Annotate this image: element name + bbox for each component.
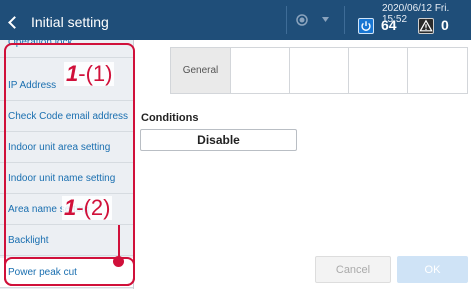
alert-count: 0 (441, 17, 449, 33)
warning-icon (418, 18, 434, 34)
header-divider (344, 6, 345, 34)
tab-5[interactable] (408, 48, 467, 93)
callout-leader-dot (113, 256, 124, 267)
ok-button[interactable]: OK (397, 256, 468, 283)
conditions-label: Conditions (141, 112, 199, 124)
header-bar: Initial setting 2020/06/12 Fri. 15:52 64… (0, 0, 471, 40)
conditions-select-button[interactable]: Disable (140, 129, 297, 151)
callout-label-1-1: 1-(1) (64, 61, 115, 86)
chevron-left-icon (8, 15, 21, 29)
power-on-count: 64 (381, 17, 397, 33)
callout-leader-line (118, 225, 120, 259)
cancel-button[interactable]: Cancel (315, 256, 391, 283)
chevron-down-icon[interactable] (322, 17, 329, 23)
app-window: Initial setting 2020/06/12 Fri. 15:52 64… (0, 0, 471, 289)
power-icon (358, 18, 374, 34)
callout-label-1-2: 1-(2) (62, 195, 113, 220)
page-title: Initial setting (31, 14, 109, 30)
tab-bar: General (170, 47, 468, 94)
header-divider (286, 6, 287, 34)
tab-2[interactable] (231, 48, 290, 93)
tab-3[interactable] (290, 48, 349, 93)
tab-general[interactable]: General (171, 48, 231, 93)
back-button[interactable]: Initial setting (8, 12, 128, 32)
tab-4[interactable] (349, 48, 408, 93)
display-mode-icon[interactable] (295, 14, 309, 26)
